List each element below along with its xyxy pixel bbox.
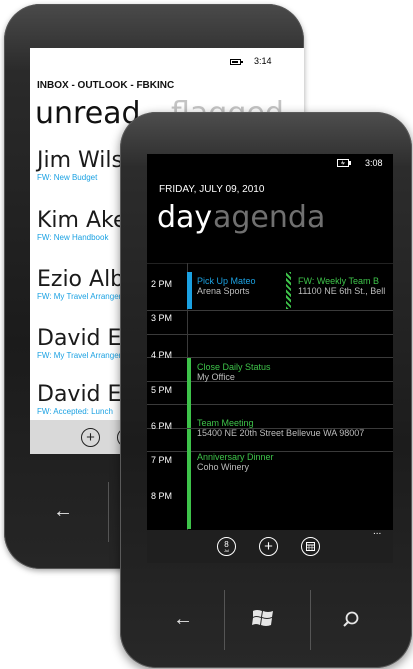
calendar-icon[interactable] [301, 537, 320, 556]
event-location: 11100 NE 6th St., Bell [298, 286, 386, 296]
event-color-bar [187, 429, 191, 529]
mail-subject: FW: Accepted: Lunch [37, 407, 113, 416]
more-menu[interactable]: ... [373, 526, 381, 537]
event-color-bar [286, 272, 291, 309]
calendar-screen: 3:08 FRIDAY, JULY 09, 2010 day agenda 2 … [147, 154, 393, 563]
list-item[interactable]: David E. FW: Accepted: Lunch [37, 382, 128, 416]
calendar-event[interactable]: Anniversary Dinner Coho Winery [197, 452, 274, 472]
battery-icon [230, 59, 243, 65]
status-time: 3:08 [365, 158, 383, 168]
calendar-event[interactable]: Close Daily Status My Office [197, 362, 271, 382]
mail-sender: David E. [37, 382, 129, 407]
back-arrow-icon[interactable]: ← [48, 496, 78, 526]
hour-label: 7 PM [151, 455, 173, 465]
hour-label: 3 PM [151, 313, 173, 323]
charging-icon [337, 159, 351, 167]
tab-day[interactable]: day [157, 200, 212, 235]
hour-label: 5 PM [151, 385, 173, 395]
add-icon[interactable]: + [81, 428, 100, 447]
divider [147, 404, 393, 405]
tab-agenda[interactable]: agenda [213, 200, 325, 235]
divider [147, 310, 393, 311]
hour-label: 2 PM [151, 279, 173, 289]
event-title: Team Meeting [197, 418, 254, 428]
divider [224, 590, 225, 650]
event-color-bar [187, 358, 191, 428]
search-icon[interactable] [342, 610, 360, 628]
calendar-event[interactable]: Pick Up Mateo Arena Sports [197, 276, 256, 296]
event-title: Anniversary Dinner [197, 452, 274, 462]
hour-label: 4 PM [151, 350, 173, 360]
divider [108, 482, 109, 542]
divider [310, 590, 311, 650]
event-title: Close Daily Status [197, 362, 271, 372]
add-icon[interactable]: + [259, 537, 278, 556]
divider [147, 263, 393, 264]
front-phone: 3:08 FRIDAY, JULY 09, 2010 day agenda 2 … [120, 112, 412, 668]
calendar-event[interactable]: FW: Weekly Team B 11100 NE 6th St., Bell [298, 276, 393, 296]
event-location: Coho Winery [197, 462, 250, 472]
event-color-bar [187, 272, 192, 309]
event-title: FW: Weekly Team B [298, 276, 380, 286]
event-location: 15400 NE 20th Street Bellevue WA 98007 [197, 428, 365, 438]
page-date: FRIDAY, JULY 09, 2010 [159, 184, 265, 195]
today-month: Jul [223, 547, 230, 553]
event-location: Arena Sports [197, 286, 250, 296]
back-arrow-icon[interactable]: ← [168, 604, 198, 634]
status-time: 3:14 [254, 56, 272, 66]
hour-label: 8 PM [151, 491, 173, 501]
tab-unread[interactable]: unread [35, 96, 141, 131]
calendar-event[interactable]: Team Meeting 15400 NE 20th Street Bellev… [197, 418, 364, 438]
windows-logo-icon[interactable] [252, 608, 274, 628]
today-icon[interactable]: 8 Jul [217, 537, 236, 556]
event-location: My Office [197, 372, 235, 382]
divider [147, 334, 393, 335]
divider [147, 357, 393, 358]
hour-label: 6 PM [151, 421, 173, 431]
breadcrumb: INBOX - OUTLOOK - FBKINC [37, 80, 175, 91]
event-title: Pick Up Mateo [197, 276, 256, 286]
